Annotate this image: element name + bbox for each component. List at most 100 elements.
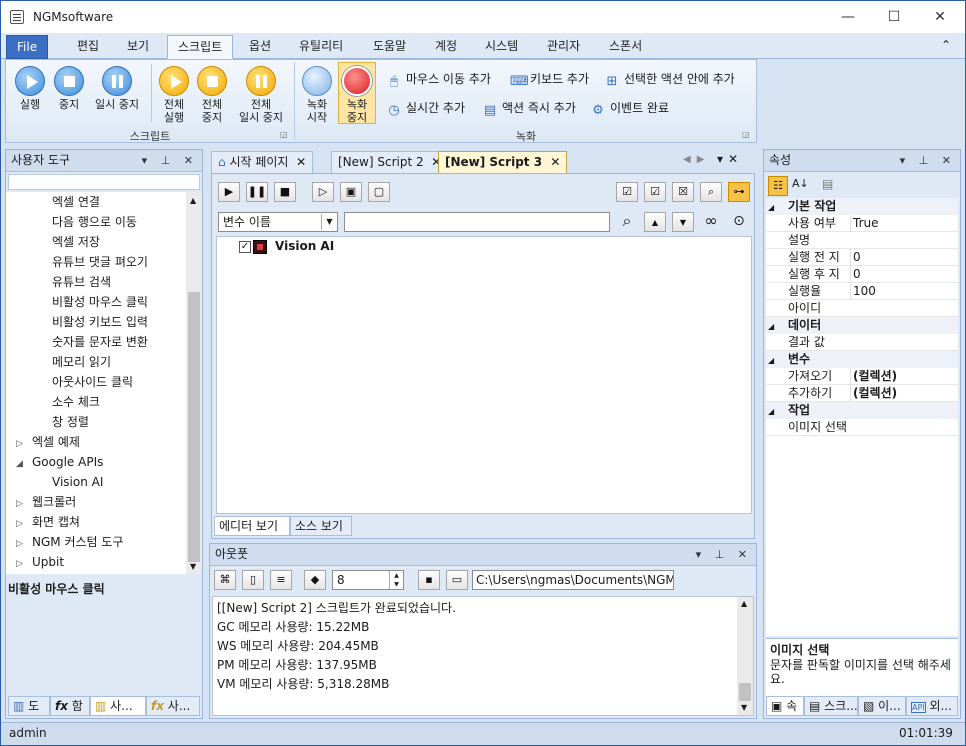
tab-help[interactable]: 도움말 <box>363 35 416 59</box>
more-options-icon[interactable]: ⊙ <box>728 212 750 232</box>
maximize-button[interactable]: ☐ <box>871 1 917 33</box>
close-icon[interactable]: ✕ <box>296 155 306 169</box>
font-size-stepper[interactable]: 8 ▲ ▼ <box>332 570 404 590</box>
ribbon-collapse-icon[interactable]: ⌃ <box>941 38 951 52</box>
pause-button[interactable]: 일시 중지 <box>88 66 146 111</box>
tree-item[interactable]: ▷ 웹크롤러 <box>6 492 186 512</box>
tree-item[interactable]: ◢ Google APIs <box>6 452 186 472</box>
find-button[interactable]: ⌕ <box>700 182 722 202</box>
stop-all-button[interactable]: 전체 중지 <box>193 66 231 124</box>
tool-search-input[interactable] <box>8 174 200 190</box>
tab-admin[interactable]: 관리자 <box>537 35 590 59</box>
property-value[interactable]: (컬렉션) <box>850 368 897 385</box>
collapse-arrow-icon[interactable]: ◢ <box>768 318 788 335</box>
property-row[interactable]: 이미지 선택 <box>766 419 958 436</box>
save-output-button[interactable]: ▪ <box>418 570 440 590</box>
property-category[interactable]: ◢ 변수 <box>766 351 958 368</box>
add-mouse-move-button[interactable]: 🖱 마우스 이동 추가 <box>386 69 491 89</box>
editor-stop-button[interactable]: ■ <box>274 182 296 202</box>
tree-item[interactable]: 엑셀 저장 <box>6 232 186 252</box>
expand-arrow-icon[interactable]: ▷ <box>16 434 32 454</box>
node-checkbox[interactable]: ✓ <box>239 241 251 253</box>
app-menu-icon[interactable] <box>10 10 24 24</box>
stepper-arrows-icon[interactable]: ▲ ▼ <box>389 571 403 589</box>
editor-pause-button[interactable]: ❚❚ <box>246 182 268 202</box>
left-tab-functions[interactable]: fx 함 <box>50 696 90 716</box>
tree-item[interactable]: 창 정렬 <box>6 412 186 432</box>
variable-name-select[interactable]: 변수 이름 ▼ <box>218 212 338 232</box>
add-keyboard-button[interactable]: ⌨키보드 추가 <box>510 69 589 89</box>
tab-script[interactable]: 스크립트 <box>167 35 234 59</box>
collapse-arrow-icon[interactable]: ◢ <box>768 199 788 216</box>
collapse-arrow-icon[interactable]: ◢ <box>768 352 788 369</box>
tree-item[interactable]: 소수 체크 <box>6 392 186 412</box>
left-tab-user-functions[interactable]: fx 사... <box>146 696 200 716</box>
editor-run-selected-button[interactable]: ▣ <box>340 182 362 202</box>
chevron-down-icon[interactable]: ▼ <box>321 214 337 230</box>
run-all-button[interactable]: 전체 실행 <box>155 66 193 124</box>
tree-item[interactable]: 엑셀 연결 <box>6 192 186 212</box>
tab-options[interactable]: 옵션 <box>239 35 281 59</box>
tab-account[interactable]: 계정 <box>425 35 467 59</box>
property-pages-icon[interactable]: ▤ <box>822 177 833 191</box>
pause-all-button[interactable]: 전체 일시 중지 <box>231 66 291 124</box>
property-value[interactable]: 0 <box>850 249 861 266</box>
property-row[interactable]: 아이디 <box>766 300 958 317</box>
expand-arrow-icon[interactable]: ▷ <box>16 514 32 534</box>
clear-output-button[interactable]: ⌘ <box>214 570 236 590</box>
tab-system[interactable]: 시스템 <box>475 35 528 59</box>
scroll-down-icon[interactable]: ▼ <box>741 703 747 712</box>
tree-item[interactable]: 숫자를 문자로 변환 <box>6 332 186 352</box>
tree-item[interactable]: 유튜브 검색 <box>6 272 186 292</box>
left-tab-tools[interactable]: ▥ 도 <box>8 696 50 716</box>
sort-alpha-icon[interactable]: A↓ <box>792 177 809 190</box>
scroll-thumb[interactable] <box>739 683 751 701</box>
scroll-thumb[interactable] <box>188 292 200 562</box>
scroll-down-icon[interactable]: ▼ <box>190 562 196 571</box>
property-value[interactable]: (컬렉션) <box>850 385 897 402</box>
tab-list-close-icons[interactable]: ▾✕ <box>717 152 743 166</box>
doc-tab-script-3[interactable]: [New] Script 3 ✕ <box>438 151 568 173</box>
property-row[interactable]: 실행율 100 <box>766 283 958 300</box>
expand-arrow-icon[interactable]: ▷ <box>16 494 32 514</box>
add-realtime-button[interactable]: ◷ 실시간 추가 <box>386 98 465 118</box>
categorized-icon[interactable]: ☷ <box>768 176 788 196</box>
property-category[interactable]: ◢ 데이터 <box>766 317 958 334</box>
tree-item[interactable]: 다음 행으로 이동 <box>6 212 186 232</box>
run-button[interactable]: 실행 <box>10 66 50 111</box>
record-start-button[interactable]: 녹화 시작 <box>298 66 336 124</box>
collapse-arrow-icon[interactable]: ◢ <box>16 454 32 474</box>
right-tab-image[interactable]: ▧ 이... <box>858 696 906 716</box>
search-icon[interactable]: ⌕ <box>616 212 638 232</box>
tree-item[interactable]: 비활성 마우스 클릭 <box>6 292 186 312</box>
doc-tab-script-2[interactable]: [New] Script 2 ✕ <box>331 151 449 173</box>
minimize-button[interactable]: — <box>825 1 871 33</box>
infinity-icon[interactable]: ∞ <box>700 212 722 232</box>
tree-item[interactable]: ▷ 엑셀 예제 <box>6 432 186 452</box>
expand-arrow-icon[interactable]: ▷ <box>16 534 32 554</box>
panel-pin-close-icons[interactable]: ▾ ⊥ ✕ <box>696 544 752 565</box>
collapse-arrow-icon[interactable]: ◢ <box>768 403 788 420</box>
add-action-now-button[interactable]: ▤ 액션 즉시 추가 <box>482 98 576 118</box>
add-in-selected-action-button[interactable]: ⊞ 선택한 액션 안에 추가 <box>604 69 735 89</box>
property-row[interactable]: 가져오기 (컬렉션) <box>766 368 958 385</box>
record-dialog-launcher-icon[interactable]: ◲ <box>742 130 750 139</box>
output-path-input[interactable]: C:\Users\ngmas\Documents\NGM6\ <box>472 570 674 590</box>
tree-item[interactable]: ▷ Upbit <box>6 552 186 572</box>
event-complete-button[interactable]: ⚙ 이벤트 완료 <box>590 98 669 118</box>
editor-view-tab[interactable]: 에디터 보기 <box>214 516 290 536</box>
open-folder-button[interactable]: ▭ <box>446 570 468 590</box>
tree-item[interactable]: 비활성 키보드 입력 <box>6 312 186 332</box>
property-row[interactable]: 결과 값 <box>766 334 958 351</box>
panel-pin-close-icons[interactable]: ▾ ⊥ ✕ <box>142 150 198 171</box>
tree-item[interactable]: 유튜브 댓글 펴오기 <box>6 252 186 272</box>
search-next-button[interactable]: ▼ <box>672 212 694 232</box>
right-tab-script[interactable]: ▤ 스크... <box>804 696 858 716</box>
source-view-tab[interactable]: 소스 보기 <box>290 516 352 536</box>
editor-step-button[interactable]: ▷ <box>312 182 334 202</box>
tree-item[interactable]: Vision AI <box>6 472 186 492</box>
left-tab-user[interactable]: ▥ 사... <box>90 696 146 716</box>
tree-scrollbar[interactable]: ▲ ▼ <box>186 192 202 574</box>
editor-run-from-button[interactable]: ▢ <box>368 182 390 202</box>
tree-item[interactable]: 아웃사이드 클릭 <box>6 372 186 392</box>
